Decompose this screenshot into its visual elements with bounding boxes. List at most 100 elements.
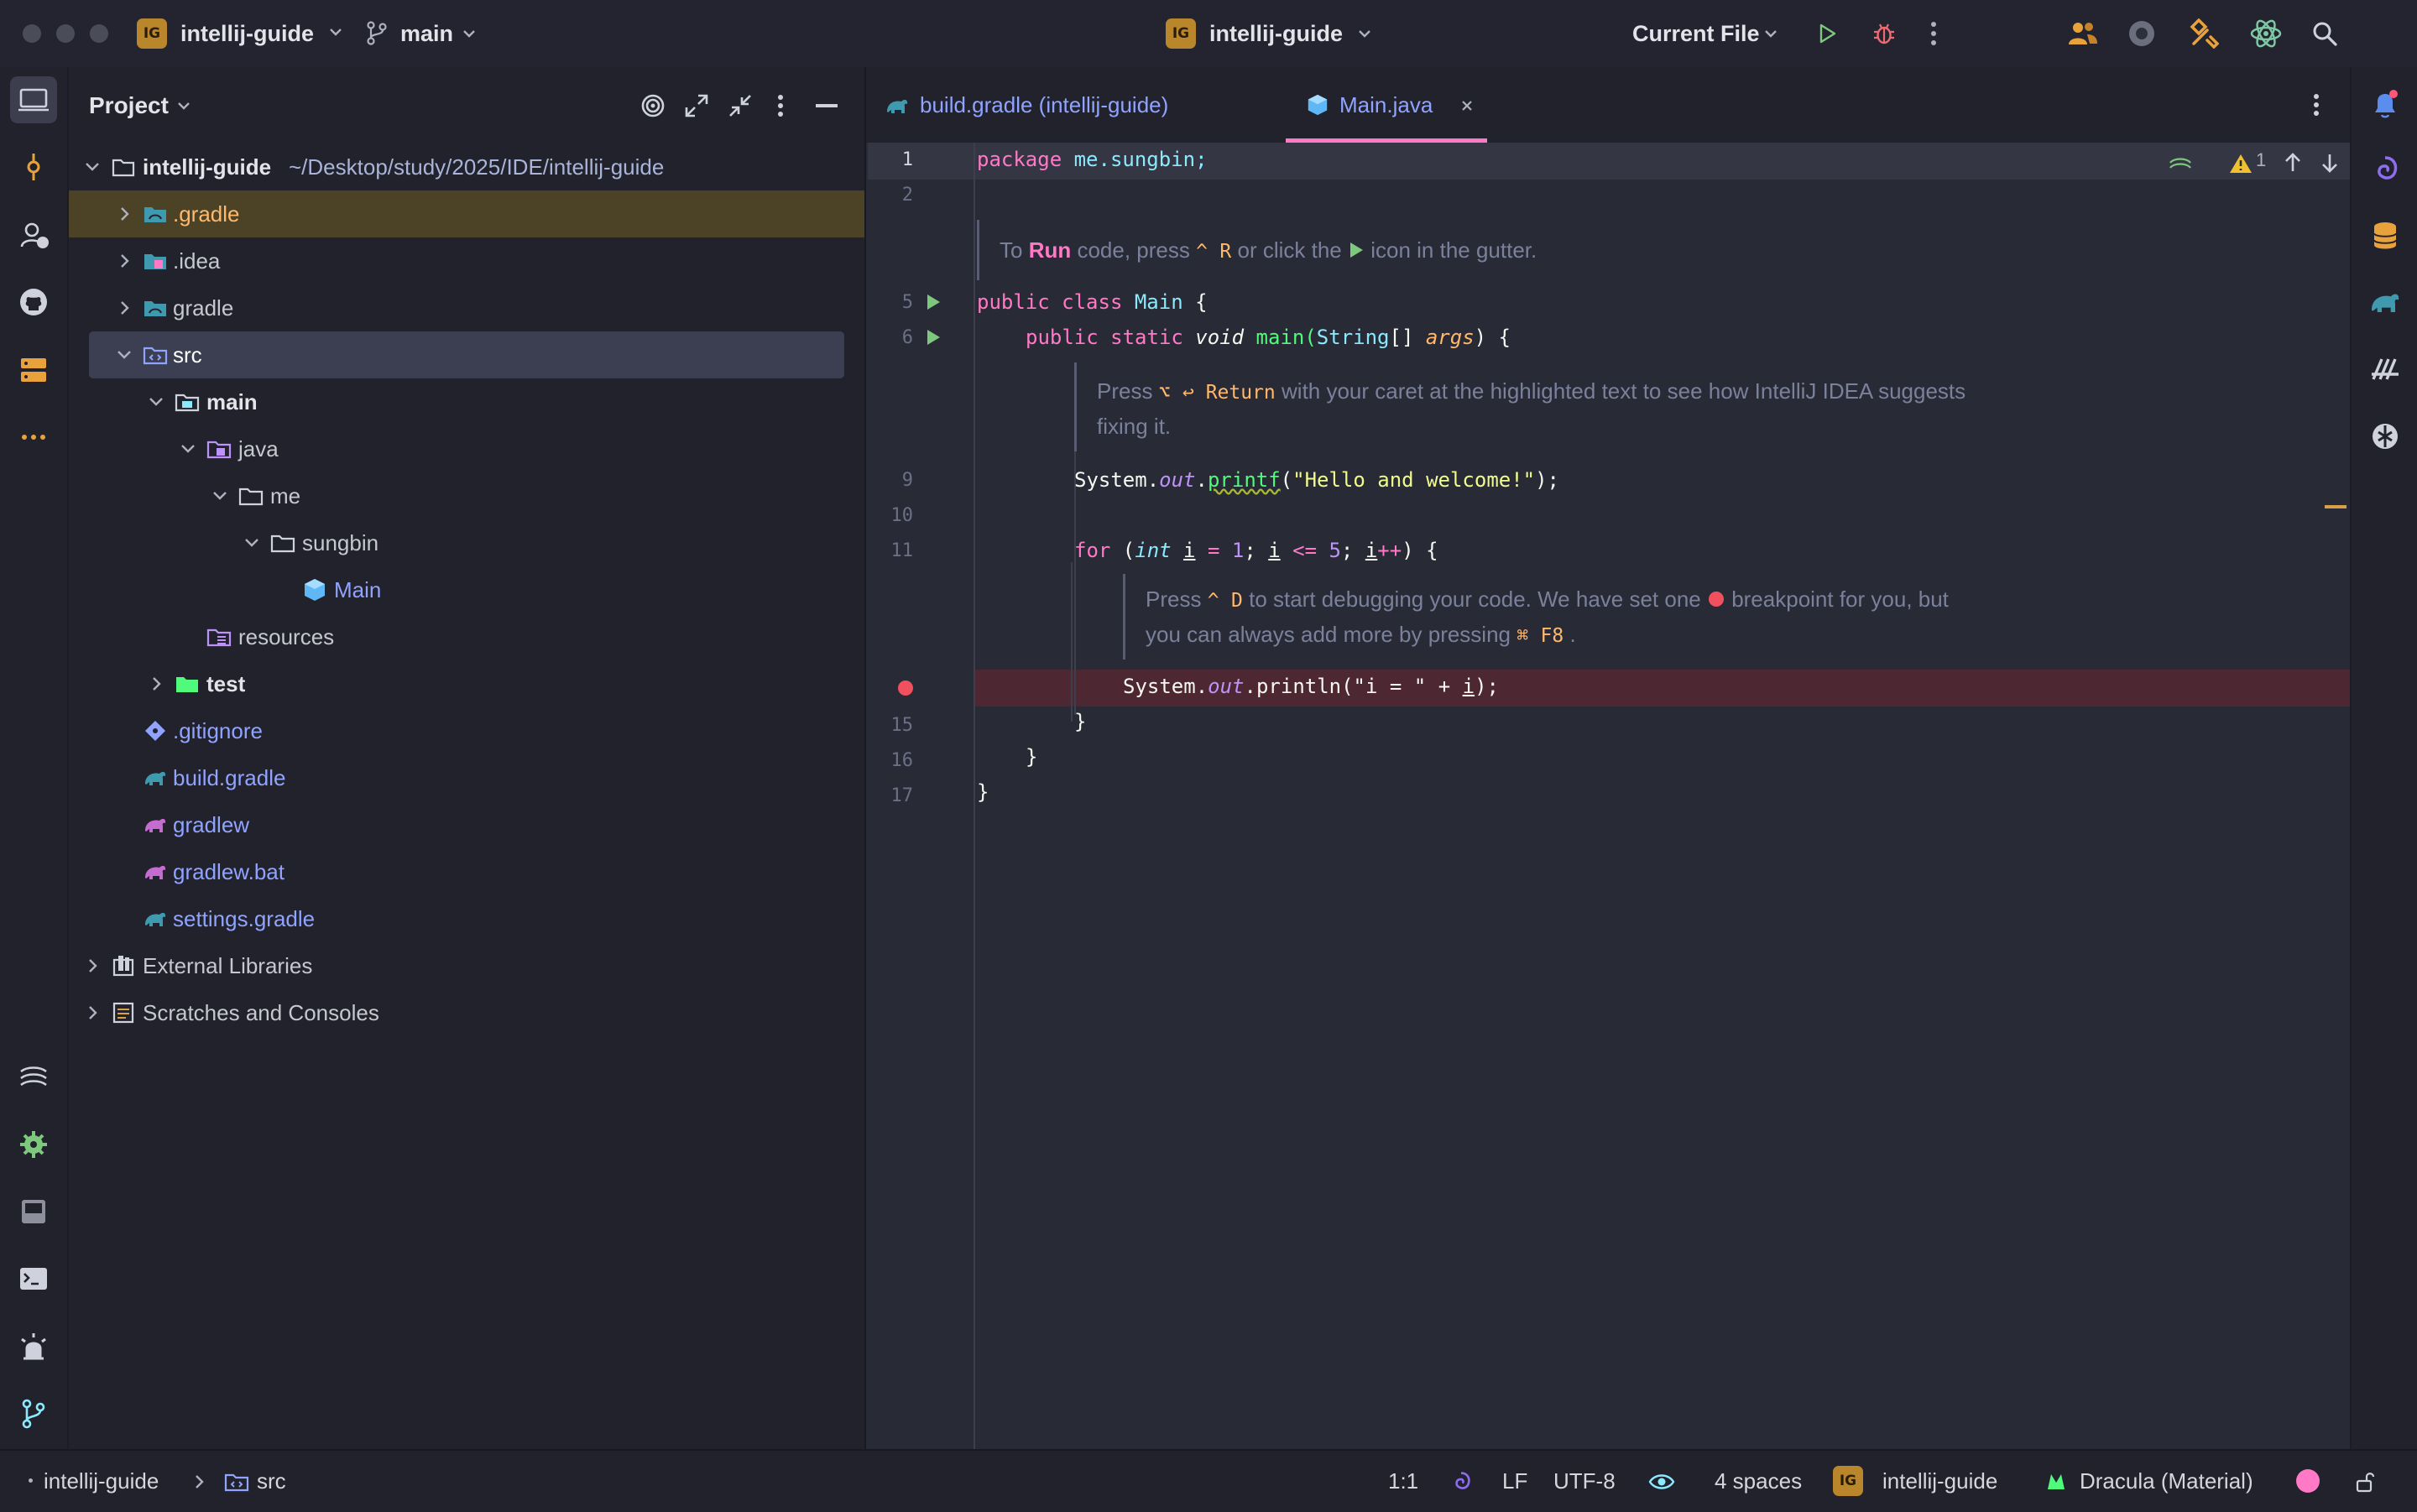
sequence-diagram-tool-button[interactable] [10, 1053, 57, 1100]
chevron-down-icon[interactable] [114, 331, 134, 378]
tree-item-scratches[interactable]: Scratches and Consoles [69, 989, 864, 1036]
chevron-down-icon[interactable] [178, 425, 198, 472]
run-gutter-icon[interactable] [925, 328, 942, 347]
gradle-tool-icon[interactable] [2368, 285, 2402, 319]
services-tool-button[interactable] [10, 347, 57, 394]
line-separator[interactable]: LF [1502, 1451, 1527, 1512]
center-project-name[interactable]: intellij-guide [1209, 0, 1343, 67]
run-gutter-icon[interactable] [925, 293, 942, 311]
project-switcher[interactable]: IG [137, 18, 167, 49]
previous-highlight-icon[interactable] [2281, 151, 2305, 175]
window-close-button[interactable] [23, 24, 41, 43]
scrollbar-warning-marker[interactable] [2325, 505, 2347, 508]
database-icon[interactable] [2368, 219, 2402, 253]
tree-item-external-libraries[interactable]: External Libraries [69, 942, 864, 989]
java-source-folder-icon [206, 436, 232, 461]
more-actions-icon[interactable] [1930, 20, 1937, 47]
settings-gear-icon[interactable] [10, 1121, 57, 1168]
file-encoding[interactable]: UTF-8 [1553, 1451, 1616, 1512]
tree-item-gradle[interactable]: gradle [69, 284, 864, 331]
endpoints-tool-icon[interactable] [2368, 352, 2402, 386]
breakpoint-icon[interactable] [896, 679, 915, 697]
window-minimize-button[interactable] [56, 24, 75, 43]
hide-panel-button[interactable] [816, 104, 838, 107]
expand-all-icon[interactable] [683, 92, 710, 119]
tab-main-java[interactable]: Main.java [1277, 67, 1496, 143]
problems-tool-button[interactable] [10, 1323, 57, 1370]
tree-item-java[interactable]: java [69, 425, 864, 472]
chevron-right-icon[interactable] [114, 284, 134, 331]
line-number: 15 [890, 715, 914, 736]
tree-item-gitignore[interactable]: .gitignore [69, 707, 864, 754]
code-with-me-icon[interactable] [2068, 19, 2098, 48]
status-project[interactable]: intellij-guide [1882, 1451, 1997, 1512]
tree-item-idea[interactable]: .idea [69, 237, 864, 284]
learn-tool-button[interactable] [10, 211, 57, 258]
collapse-all-icon[interactable] [727, 92, 754, 119]
tree-item-settings-gradle[interactable]: settings.gradle [69, 895, 864, 942]
tab-build-gradle[interactable]: build.gradle (intellij-guide) [885, 67, 1254, 143]
warning-icon[interactable] [2228, 153, 2253, 175]
tree-item-main[interactable]: main [69, 378, 864, 425]
tree-item-gradlew-bat[interactable]: gradlew.bat [69, 848, 864, 895]
next-highlight-icon[interactable] [2318, 151, 2341, 175]
build-tools-icon[interactable] [2189, 18, 2219, 49]
tree-item-build-gradle[interactable]: build.gradle [69, 754, 864, 801]
tree-item-package-me[interactable]: me [69, 472, 864, 519]
tree-label: External Libraries [143, 953, 313, 978]
tab-options-icon[interactable] [2313, 92, 2320, 117]
indent-setting[interactable]: 4 spaces [1715, 1451, 1802, 1512]
search-icon[interactable] [2311, 20, 2338, 47]
tree-item-gradle-cache[interactable]: .gradle [69, 190, 864, 237]
project-name[interactable]: intellij-guide [180, 0, 314, 67]
project-tool-button[interactable] [10, 76, 57, 123]
debug-button[interactable] [1871, 20, 1897, 47]
chevron-right-icon[interactable] [82, 989, 102, 1036]
chevron-down-icon[interactable] [210, 472, 230, 519]
tree-item-gradlew[interactable]: gradlew [69, 801, 864, 848]
more-tool-windows-icon[interactable] [10, 414, 57, 461]
window-zoom-button[interactable] [90, 24, 108, 43]
chevron-right-icon[interactable] [114, 190, 134, 237]
tree-item-project-root[interactable]: intellij-guide ~/Desktop/study/2025/IDE/… [69, 143, 864, 190]
tree-label: java [238, 436, 279, 461]
breadcrumb-folder[interactable]: src [257, 1451, 286, 1512]
github-tool-button[interactable] [10, 279, 57, 326]
project-panel-title[interactable]: Project [89, 67, 169, 144]
breadcrumb-project[interactable]: intellij-guide [44, 1451, 159, 1512]
run-configuration-selector[interactable]: Current File [1632, 0, 1760, 67]
chevron-down-icon[interactable] [175, 97, 192, 114]
theme-color-indicator[interactable] [2296, 1469, 2320, 1493]
database-tool-button[interactable] [10, 1188, 57, 1235]
panel-options-icon[interactable] [777, 92, 784, 119]
tree-item-package-sungbin[interactable]: sungbin [69, 519, 864, 566]
tree-item-test[interactable]: test [69, 660, 864, 707]
unlock-icon[interactable] [2355, 1471, 2375, 1493]
chevron-right-icon[interactable] [114, 237, 134, 284]
record-icon[interactable] [2127, 19, 2156, 48]
theme-name[interactable]: Dracula (Material) [2080, 1451, 2253, 1512]
branch-name[interactable]: main [400, 0, 453, 67]
run-button[interactable] [1815, 22, 1839, 45]
commit-tool-button[interactable] [10, 143, 57, 190]
ai-assistant-icon[interactable] [2165, 151, 2195, 176]
terminal-tool-button[interactable] [10, 1255, 57, 1302]
chevron-down-icon[interactable] [146, 378, 166, 425]
eye-icon[interactable] [1648, 1471, 1675, 1493]
ai-status-icon[interactable] [1449, 1469, 1474, 1494]
tree-item-src[interactable]: src [89, 331, 844, 378]
chevron-right-icon[interactable] [146, 660, 166, 707]
atom-plugin-icon[interactable] [2249, 17, 2283, 50]
tree-item-resources[interactable]: resources [69, 613, 864, 660]
chevron-down-icon[interactable] [242, 519, 262, 566]
chevron-down-icon[interactable] [82, 143, 102, 190]
ai-assistant-tool-icon[interactable] [2368, 153, 2402, 186]
close-icon[interactable] [1460, 99, 1474, 112]
locate-file-icon[interactable] [639, 92, 666, 119]
caret-position[interactable]: 1:1 [1388, 1451, 1418, 1512]
chevron-right-icon[interactable] [82, 942, 102, 989]
tree-item-main-class[interactable]: Main [69, 566, 864, 613]
notifications-icon[interactable] [2368, 87, 2402, 121]
git-tool-button[interactable] [10, 1390, 57, 1437]
copilot-tool-icon[interactable] [2368, 420, 2402, 453]
